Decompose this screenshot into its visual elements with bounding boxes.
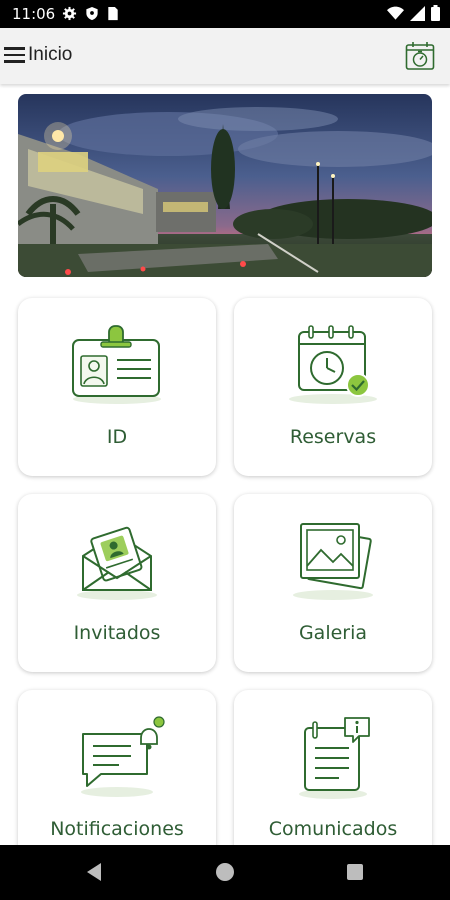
tile-notificaciones[interactable]: Notificaciones [18,690,216,868]
back-triangle-icon[interactable] [82,859,108,885]
battery-icon [431,5,440,21]
wifi-icon [387,6,404,20]
calendar-timer-icon[interactable] [404,40,436,72]
status-bar: 11:06 [0,0,450,28]
tile-id[interactable]: ID [18,298,216,476]
system-nav-bar [0,845,450,900]
tile-label: Reservas [289,426,377,448]
status-icons-right [387,5,440,21]
hamburger-icon [4,47,25,50]
tile-galeria[interactable]: Galeria [234,494,432,672]
tile-label: Comunicados [268,818,398,840]
home-circle-icon[interactable] [212,859,238,885]
clipboard-info-icon [299,717,370,799]
id-badge-icon [72,325,161,404]
tile-label: Notificaciones [50,818,184,840]
invitation-envelope-icon [77,526,157,600]
gear-icon [62,6,77,21]
notification-chat-icon [81,716,165,797]
hero-image [18,94,432,277]
page-title: Inicio [28,44,73,65]
tile-label: Invitados [73,622,161,644]
recents-square-icon[interactable] [342,859,368,885]
signal-icon [410,5,425,21]
status-icons-left [62,6,119,21]
tile-label: Galeria [298,622,368,644]
shield-icon [86,6,98,21]
photo-gallery-icon [293,523,373,600]
tile-invitados[interactable]: Invitados [18,494,216,672]
tile-reservas[interactable]: Reservas [234,298,432,476]
campus-photo [18,94,432,277]
sim-card-icon [108,6,118,21]
app-bar: Inicio [0,28,450,84]
tile-comunicados[interactable]: Comunicados [234,690,432,868]
menu-button[interactable] [4,44,26,66]
calendar-check-icon [289,325,377,404]
tile-label: ID [106,426,128,448]
status-time: 11:06 [12,5,56,23]
